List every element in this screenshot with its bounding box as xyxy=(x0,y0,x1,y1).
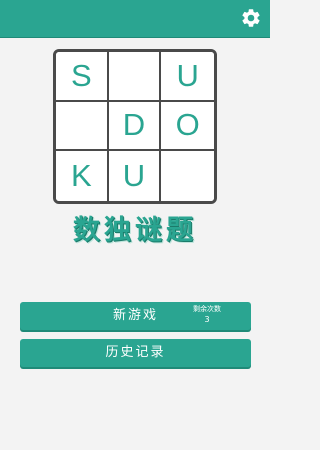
grid-cell: D xyxy=(108,101,162,152)
grid-cell: K xyxy=(56,151,109,201)
history-label: 历史记录 xyxy=(105,345,166,360)
sudoku-logo-grid: S U D O K U xyxy=(53,49,217,204)
grid-cell: U xyxy=(161,52,214,102)
settings-button[interactable] xyxy=(240,7,262,29)
remaining-plays-label: 剩余次数 xyxy=(193,305,221,313)
top-bar xyxy=(0,0,270,38)
grid-cell xyxy=(161,151,214,201)
grid-cell: U xyxy=(108,151,162,201)
remaining-plays-count: 3 xyxy=(204,315,210,324)
new-game-button[interactable]: 新游戏 剩余次数 3 xyxy=(20,302,251,330)
history-button[interactable]: 历史记录 xyxy=(20,339,251,367)
remaining-plays: 剩余次数 3 xyxy=(187,305,227,325)
gear-icon xyxy=(242,9,260,27)
grid-cell xyxy=(56,101,109,152)
grid-cell xyxy=(108,52,162,102)
grid-cell: O xyxy=(161,101,214,152)
grid-cell: S xyxy=(56,52,109,102)
app-title: 数独谜题 xyxy=(73,215,197,246)
